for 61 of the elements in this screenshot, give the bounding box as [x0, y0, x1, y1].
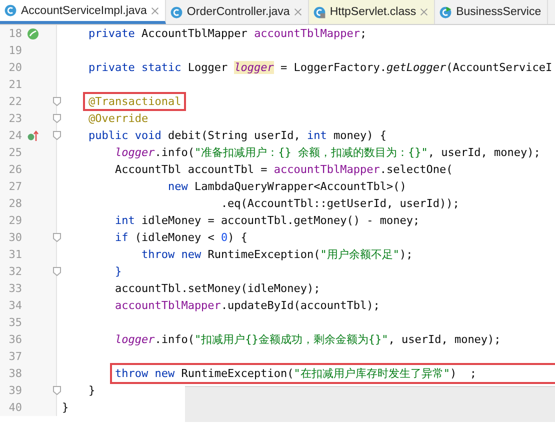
file-tab[interactable]: HttpServlet.class — [308, 0, 436, 24]
class-file-icon — [4, 4, 17, 17]
line-number: 24 — [8, 129, 22, 142]
line-number: 34 — [8, 299, 22, 312]
fold-marker-icon[interactable] — [53, 97, 61, 106]
code-line: private static Logger logger = LoggerFactory.getLogger(AccountServiceI — [88, 61, 552, 74]
code-line: private AccountTblMapper accountTblMapper; — [88, 27, 367, 40]
line-number: 36 — [8, 333, 22, 346]
code-line: AccountTbl accountTbl = accountTblMapper.selectOne( — [114, 163, 453, 176]
line-number: 38 — [8, 367, 22, 380]
line-number: 26 — [8, 163, 22, 176]
code-line: } — [88, 384, 96, 397]
line-number: 18 — [8, 27, 22, 40]
fold-marker-icon[interactable] — [53, 131, 61, 140]
line-number: 35 — [8, 316, 22, 329]
line-number: 40 — [8, 401, 22, 414]
fold-marker-icon[interactable] — [53, 233, 61, 242]
file-tab[interactable]: OrderController.java — [166, 0, 309, 24]
fold-marker-icon[interactable] — [53, 267, 61, 276]
code-line: accountTblMapper.updateById(accountTbl); — [114, 299, 380, 312]
fold-marker-icon[interactable] — [53, 114, 61, 123]
code-line: throw new RuntimeException("用户余额不足"); — [141, 247, 413, 262]
code-line: logger.info("准备扣减用户：{} 余额，扣减的数目为：{}", userId, money); — [114, 145, 540, 160]
line-number: 22 — [8, 95, 22, 108]
code-line: public void debit(String userId, int money) { — [88, 129, 387, 142]
close-icon[interactable] — [420, 8, 428, 16]
code-line: } — [62, 401, 69, 414]
code-line: if (idleMoney < 0) { — [114, 231, 248, 244]
line-number: 37 — [8, 350, 22, 363]
highlighted-code: throw new RuntimeException("在扣减用户库存时发生了异常") ; — [110, 363, 555, 384]
code-line: } — [114, 265, 122, 278]
highlighted-code: @Transactional — [83, 92, 186, 111]
line-number: 30 — [8, 231, 22, 244]
line-number: 20 — [8, 61, 22, 74]
line-number: 25 — [8, 146, 22, 159]
file-tab[interactable]: AccountServiceImpl.java — [0, 0, 166, 24]
line-number: 23 — [8, 112, 22, 125]
line-number: 19 — [8, 44, 22, 57]
fold-marker-icon[interactable] — [53, 386, 61, 395]
line-number: 31 — [8, 248, 22, 261]
class-file-icon — [170, 6, 183, 18]
class-file-icon — [439, 6, 452, 18]
line-number: 28 — [8, 197, 22, 210]
code-line: new LambdaQueryWrapper<AccountTbl>() — [168, 180, 406, 193]
close-icon[interactable] — [150, 6, 159, 14]
code-line: int idleMoney = accountTbl.getMoney() - money; — [114, 214, 420, 227]
close-icon[interactable] — [294, 8, 302, 16]
code-line: .eq(AccountTbl::getUserId, userId)); — [220, 197, 460, 210]
implements-marker-icon[interactable] — [27, 130, 39, 142]
file-tab[interactable]: BusinessService — [435, 0, 548, 24]
code-line: accountTbl.setMoney(idleMoney); — [114, 282, 320, 295]
code-line: @Override — [88, 112, 148, 125]
line-number: 39 — [8, 384, 22, 397]
line-number: 33 — [8, 282, 22, 295]
line-number: 21 — [8, 78, 22, 91]
spring-bean-icon[interactable] — [27, 28, 39, 40]
class-file-icon — [312, 6, 326, 18]
code-line: logger.info("扣减用户{}金额成功，剩余金额为{}", userId, money); — [114, 332, 501, 347]
line-number: 29 — [8, 214, 22, 227]
line-number: 27 — [8, 180, 22, 193]
line-number: 32 — [8, 265, 22, 278]
